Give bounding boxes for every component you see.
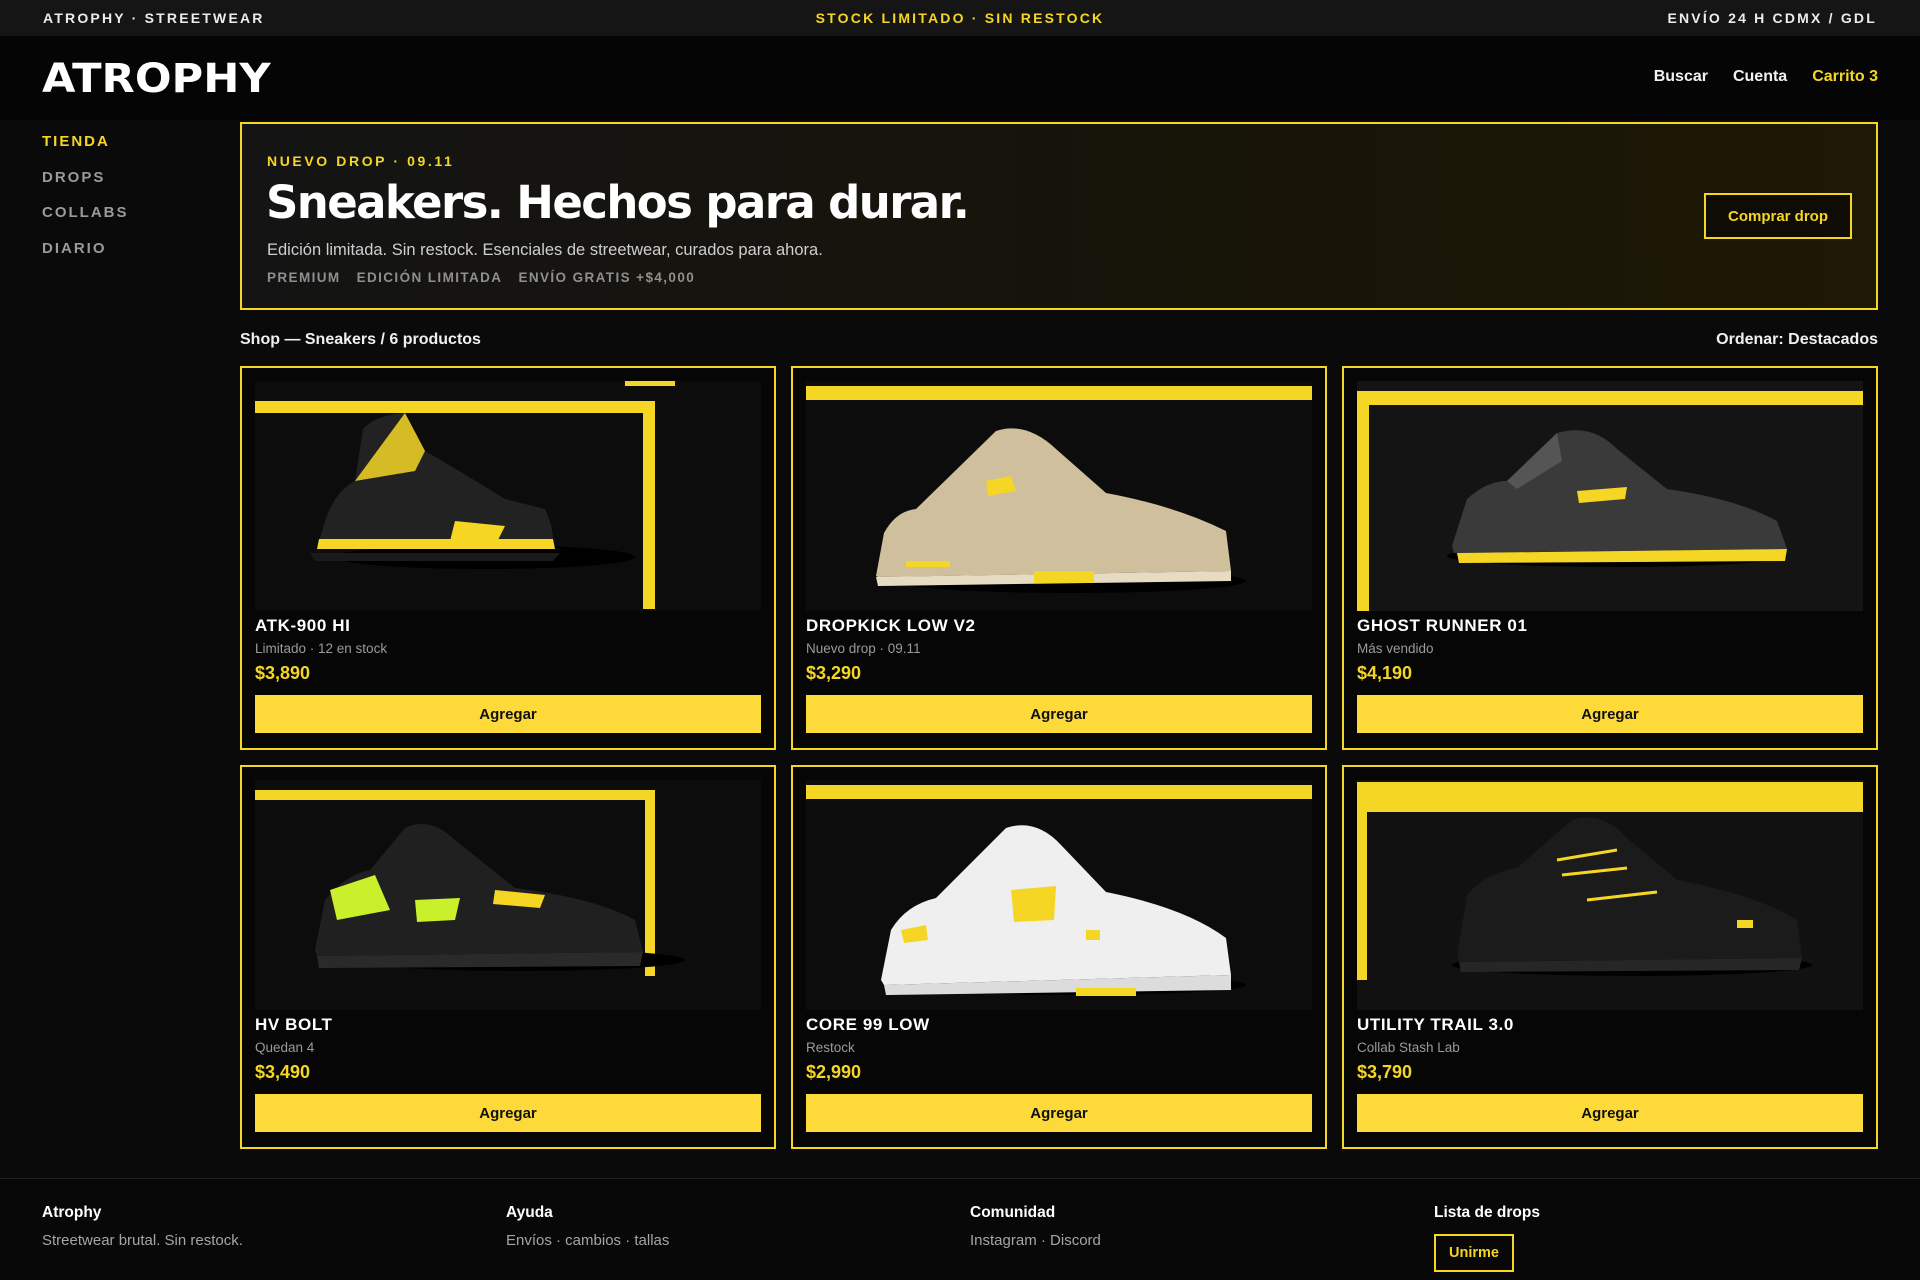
product-card[interactable]: DROPKICK LOW V2 Nuevo drop · 09.11 $3,29… — [791, 366, 1327, 750]
breadcrumb: Shop — Sneakers / 6 productos — [240, 331, 481, 348]
hero-tag: EDICIÓN LIMITADA — [356, 270, 503, 285]
add-to-cart-button[interactable]: Agregar — [255, 695, 761, 733]
product-meta: Limitado · 12 en stock — [255, 641, 388, 656]
add-to-cart-button[interactable]: Agregar — [255, 1094, 761, 1132]
footer-help-links[interactable]: Envíos · cambios · tallas — [506, 1232, 669, 1249]
hero-tag: PREMIUM — [267, 270, 341, 285]
hero-tag: ENVÍO GRATIS +$4,000 — [518, 270, 696, 285]
footer-brand: Atrophy Streetwear brutal. Sin restock. — [42, 1204, 243, 1249]
footer-text: Streetwear brutal. Sin restock. — [42, 1232, 243, 1249]
sort-select[interactable]: Ordenar: Destacados — [1716, 331, 1878, 349]
add-to-cart-button[interactable]: Agregar — [1357, 695, 1863, 733]
sneaker-image — [1357, 780, 1863, 1010]
join-drop-list-button[interactable]: Unirme — [1434, 1234, 1514, 1272]
announcement-bar: ATROPHY · STREETWEAR STOCK LIMITADO · SI… — [0, 0, 1920, 36]
hero-banner: NUEVO DROP · 09.11 Sneakers. Hechos para… — [240, 122, 1878, 310]
product-name[interactable]: HV BOLT — [255, 1015, 333, 1035]
sneaker-image — [255, 780, 761, 1010]
footer-heading: Comunidad — [970, 1204, 1056, 1221]
product-image[interactable] — [806, 780, 1312, 1010]
hero-tags: PREMIUM EDICIÓN LIMITADA ENVÍO GRATIS +$… — [267, 270, 695, 285]
sneaker-image — [806, 780, 1312, 1010]
add-to-cart-button[interactable]: Agregar — [806, 695, 1312, 733]
sidebar-item-diario[interactable]: DIARIO — [42, 240, 202, 276]
hero-kicker: NUEVO DROP · 09.11 — [267, 153, 455, 169]
topbar-shipping: ENVÍO 24 H CDMX / GDL — [1667, 10, 1877, 26]
footer-heading: Lista de drops — [1434, 1204, 1540, 1221]
product-price: $3,490 — [255, 1062, 311, 1082]
product-name[interactable]: UTILITY TRAIL 3.0 — [1357, 1015, 1514, 1035]
product-name[interactable]: ATK-900 HI — [255, 616, 350, 636]
product-name[interactable]: GHOST RUNNER 01 — [1357, 616, 1528, 636]
footer-community-links[interactable]: Instagram · Discord — [970, 1232, 1101, 1249]
account-link[interactable]: Cuenta — [1733, 68, 1787, 86]
product-card[interactable]: UTILITY TRAIL 3.0 Collab Stash Lab $3,79… — [1342, 765, 1878, 1149]
product-card[interactable]: HV BOLT Quedan 4 $3,490 Agregar — [240, 765, 776, 1149]
product-name[interactable]: DROPKICK LOW V2 — [806, 616, 976, 636]
product-image[interactable] — [255, 780, 761, 1010]
product-image[interactable] — [806, 381, 1312, 611]
footer-help: Ayuda Envíos · cambios · tallas — [506, 1204, 669, 1249]
sneaker-image — [255, 381, 761, 611]
product-image[interactable] — [1357, 381, 1863, 611]
sneaker-image — [806, 381, 1312, 611]
footer-community: Comunidad Instagram · Discord — [970, 1204, 1101, 1249]
product-meta: Más vendido — [1357, 641, 1434, 656]
shop-toolbar: Shop — Sneakers / 6 productos Ordenar: D… — [240, 331, 1878, 349]
sidebar-item-tienda[interactable]: TIENDA — [42, 133, 202, 169]
product-price: $3,890 — [255, 663, 311, 683]
product-meta: Collab Stash Lab — [1357, 1040, 1460, 1055]
product-image[interactable] — [255, 381, 761, 611]
product-card[interactable]: GHOST RUNNER 01 Más vendido $4,190 Agreg… — [1342, 366, 1878, 750]
product-image[interactable] — [1357, 780, 1863, 1010]
product-price: $2,990 — [806, 1062, 862, 1082]
footer-heading: Ayuda — [506, 1204, 553, 1221]
site-footer: Atrophy Streetwear brutal. Sin restock. … — [0, 1178, 1920, 1280]
product-meta: Quedan 4 — [255, 1040, 315, 1055]
hero-title: Sneakers. Hechos para durar. — [266, 176, 970, 229]
add-to-cart-button[interactable]: Agregar — [1357, 1094, 1863, 1132]
cart-link[interactable]: Carrito 3 — [1812, 68, 1878, 86]
product-price: $3,790 — [1357, 1062, 1413, 1082]
add-to-cart-button[interactable]: Agregar — [806, 1094, 1312, 1132]
product-name[interactable]: CORE 99 LOW — [806, 1015, 930, 1035]
topbar-stock-notice: STOCK LIMITADO · SIN RESTOCK — [815, 10, 1105, 26]
search-link[interactable]: Buscar — [1654, 68, 1708, 86]
site-header: ATROPHY Buscar Cuenta Carrito 3 — [0, 36, 1920, 120]
footer-heading: Atrophy — [42, 1204, 102, 1221]
product-meta: Nuevo drop · 09.11 — [806, 641, 921, 656]
product-price: $4,190 — [1357, 663, 1413, 683]
hero-subtitle: Edición limitada. Sin restock. Esenciale… — [267, 241, 823, 259]
product-card[interactable]: CORE 99 LOW Restock $2,990 Agregar — [791, 765, 1327, 1149]
footer-drops: Lista de drops Unirme — [1434, 1204, 1540, 1272]
product-grid: ATK-900 HI Limitado · 12 en stock $3,890… — [240, 366, 1878, 1149]
product-meta: Restock — [806, 1040, 855, 1055]
header-nav: Buscar Cuenta Carrito 3 — [1654, 68, 1878, 86]
product-card[interactable]: ATK-900 HI Limitado · 12 en stock $3,890… — [240, 366, 776, 750]
brand-logo[interactable]: ATROPHY — [42, 56, 271, 102]
sneaker-image — [1357, 381, 1863, 611]
topbar-brand: ATROPHY · STREETWEAR — [43, 10, 265, 26]
product-price: $3,290 — [806, 663, 862, 683]
sidebar-item-collabs[interactable]: COLLABS — [42, 204, 202, 240]
shop-drop-button[interactable]: Comprar drop — [1704, 193, 1852, 239]
sidebar-nav: TIENDA DROPS COLLABS DIARIO — [42, 133, 202, 275]
sidebar-item-drops[interactable]: DROPS — [42, 169, 202, 205]
